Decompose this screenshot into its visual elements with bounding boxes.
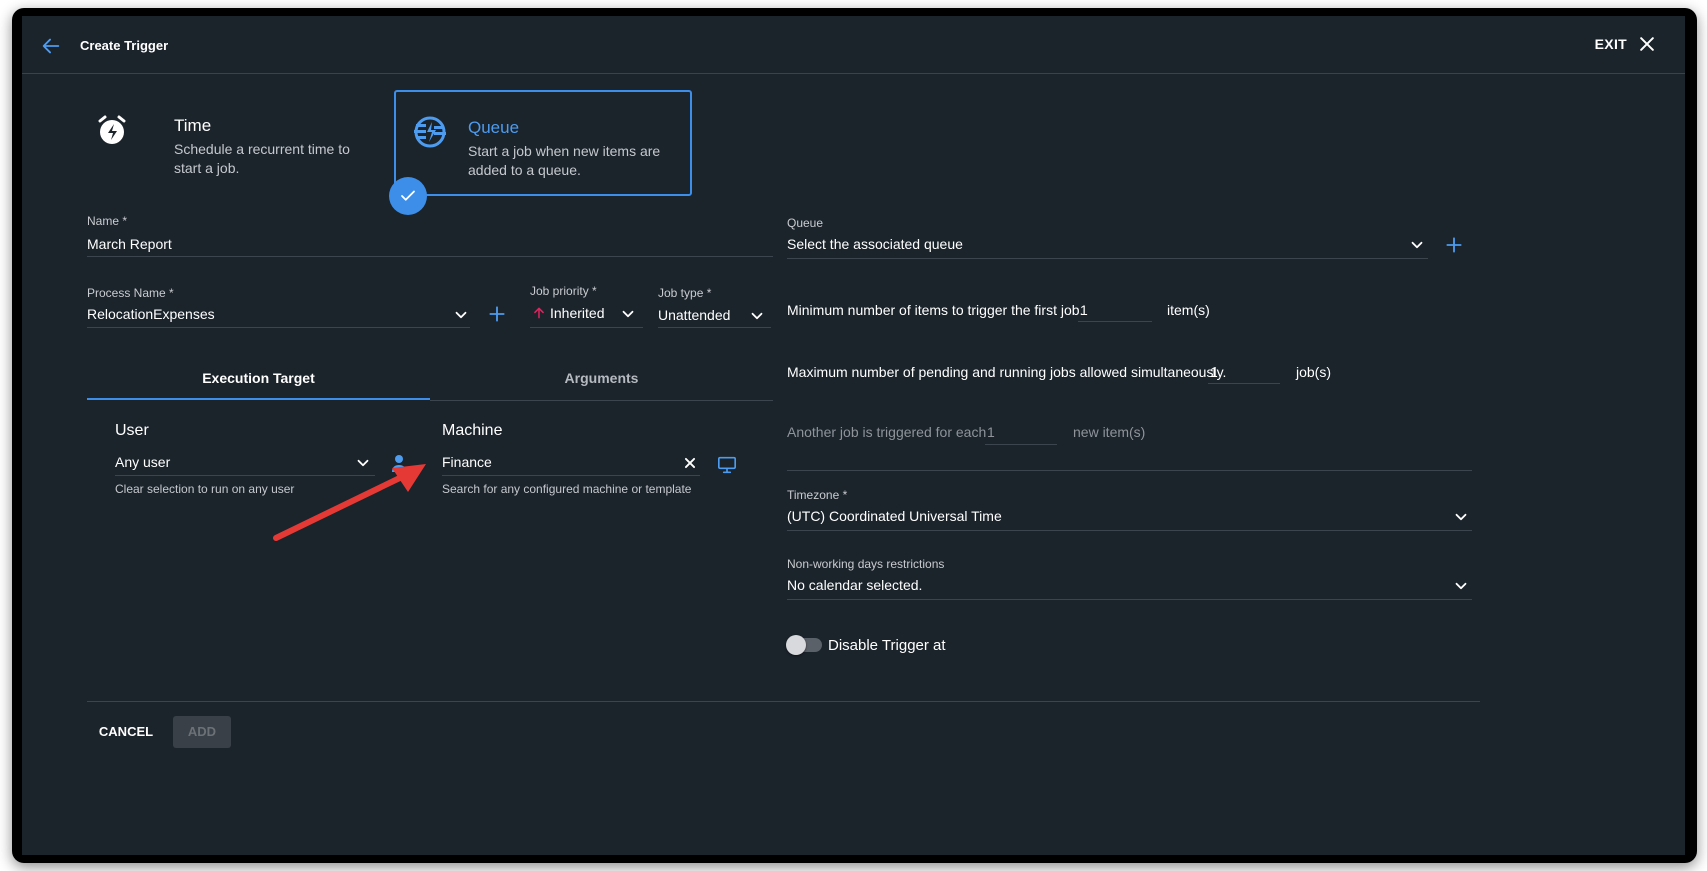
- nonworking-chevron-down-icon[interactable]: [1452, 577, 1470, 595]
- queue-chevron-down-icon[interactable]: [1408, 236, 1426, 254]
- tab-indicator: [87, 398, 430, 400]
- min-items-underline: [1078, 321, 1152, 322]
- disable-trigger-label: Disable Trigger at: [828, 637, 946, 654]
- max-jobs-label: Maximum number of pending and running jo…: [787, 364, 1227, 380]
- machine-heading: Machine: [442, 422, 503, 439]
- trigger-type-time[interactable]: Time Schedule a recurrent time to start …: [82, 90, 352, 196]
- add-queue-plus-icon[interactable]: [1444, 235, 1464, 255]
- queue-underline: [787, 258, 1428, 259]
- max-jobs-underline: [1208, 383, 1280, 384]
- min-items-unit: item(s): [1167, 302, 1210, 318]
- tab-divider: [430, 400, 773, 401]
- user-icon[interactable]: [392, 454, 406, 472]
- clear-icon[interactable]: [683, 456, 697, 470]
- add-button[interactable]: ADD: [173, 716, 231, 748]
- trigger-type-queue[interactable]: Queue Start a job when new items are add…: [394, 90, 692, 196]
- footer-divider: [87, 701, 1480, 702]
- queue-trigger-icon: [414, 116, 446, 148]
- another-job-label: Another job is triggered for each: [787, 424, 987, 440]
- user-heading: User: [115, 422, 149, 439]
- job-type-label: Job type *: [658, 286, 712, 300]
- job-priority-select[interactable]: Inherited: [550, 305, 604, 321]
- max-jobs-input[interactable]: 1: [1210, 364, 1218, 380]
- job-priority-label: Job priority *: [530, 284, 597, 298]
- machine-underline: [442, 475, 700, 476]
- alarm-clock-icon: [98, 115, 126, 144]
- tab-execution-target[interactable]: Execution Target: [87, 370, 430, 386]
- priority-underline: [530, 327, 643, 328]
- jobtype-underline: [658, 327, 771, 328]
- another-job-input[interactable]: 1: [987, 424, 995, 440]
- job-type-select[interactable]: Unattended: [658, 307, 730, 323]
- nonworking-label: Non-working days restrictions: [787, 557, 945, 571]
- timezone-underline: [787, 530, 1472, 531]
- dialog-header: Create Trigger EXIT: [22, 16, 1685, 74]
- time-description: Schedule a recurrent time to start a job…: [174, 141, 350, 176]
- queue-title: Queue: [468, 118, 520, 137]
- queue-description: Start a job when new items are added to …: [468, 143, 661, 178]
- exit-button[interactable]: EXIT: [1595, 34, 1657, 54]
- close-icon: [1640, 37, 1654, 51]
- nonworking-underline: [787, 599, 1472, 600]
- arrow-up-icon: [534, 307, 544, 319]
- user-helper-text: Clear selection to run on any user: [115, 482, 295, 496]
- disable-trigger-toggle[interactable]: [786, 635, 822, 655]
- process-chevron-down-icon[interactable]: [452, 306, 470, 324]
- page-title: Create Trigger: [80, 38, 169, 53]
- user-select[interactable]: Any user: [115, 454, 170, 470]
- machine-input[interactable]: Finance: [442, 454, 492, 470]
- jobtype-chevron-down-icon[interactable]: [748, 307, 766, 325]
- cancel-button[interactable]: CANCEL: [90, 716, 162, 748]
- priority-chevron-down-icon[interactable]: [619, 305, 637, 323]
- name-label: Name *: [87, 214, 128, 228]
- timezone-chevron-down-icon[interactable]: [1452, 508, 1470, 526]
- queue-select[interactable]: Select the associated queue: [787, 236, 963, 252]
- selected-check-icon: [389, 177, 427, 215]
- queue-label: Queue: [787, 216, 824, 230]
- tab-arguments[interactable]: Arguments: [430, 370, 773, 386]
- nonworking-select[interactable]: No calendar selected.: [787, 577, 922, 593]
- timezone-label: Timezone *: [787, 488, 848, 502]
- machine-helper-text: Search for any configured machine or tem…: [442, 482, 692, 496]
- another-job-underline: [985, 444, 1057, 445]
- add-process-plus-icon[interactable]: [487, 304, 507, 324]
- toggle-knob: [786, 635, 806, 655]
- exit-label: EXIT: [1594, 36, 1627, 52]
- name-underline: [87, 256, 773, 257]
- timezone-select[interactable]: (UTC) Coordinated Universal Time: [787, 508, 1002, 524]
- name-input[interactable]: March Report: [87, 236, 172, 252]
- back-arrow-icon[interactable]: [40, 35, 62, 57]
- time-title: Time: [174, 116, 212, 135]
- another-job-unit: new item(s): [1073, 424, 1146, 440]
- process-name-select[interactable]: RelocationExpenses: [87, 306, 215, 322]
- monitor-icon[interactable]: [717, 456, 737, 474]
- section-divider: [787, 470, 1472, 471]
- process-name-label: Process Name *: [87, 286, 174, 300]
- user-chevron-down-icon[interactable]: [354, 454, 372, 472]
- process-underline: [87, 327, 470, 328]
- max-jobs-unit: job(s): [1296, 364, 1332, 380]
- min-items-input[interactable]: 1: [1080, 302, 1088, 318]
- min-items-label: Minimum number of items to trigger the f…: [787, 302, 1084, 318]
- user-underline: [115, 475, 375, 476]
- create-trigger-dialog: Create Trigger EXIT Time Schedule a recu…: [22, 16, 1685, 855]
